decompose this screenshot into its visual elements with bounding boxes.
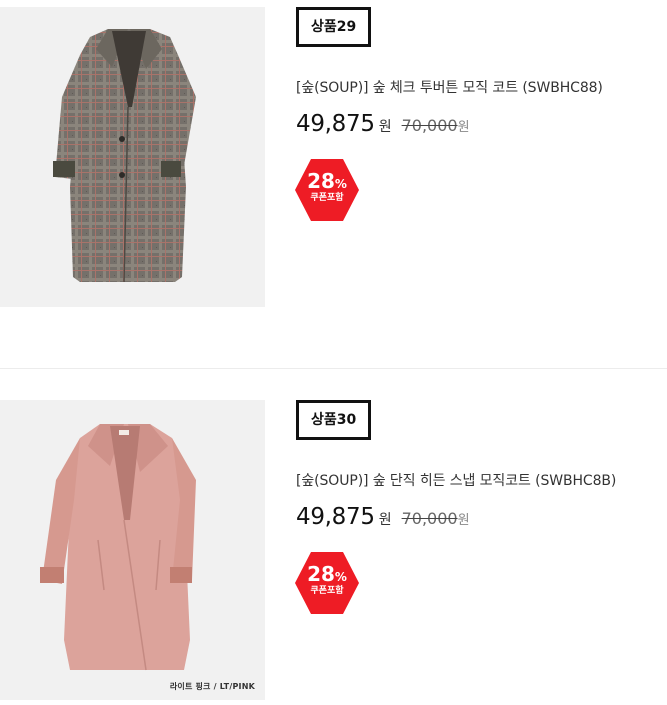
product-info: 상품30 [숲(SOUP)] 숲 단직 히든 스냅 모직코트 (SWBHC8B)… xyxy=(294,400,667,616)
sale-price-currency: 원 xyxy=(378,512,392,528)
product-name-link[interactable]: [숲(SOUP)] 숲 단직 히든 스냅 모직코트 (SWBHC8B) xyxy=(296,470,667,490)
product-card[interactable]: 라이트 핑크 / LT/PINK 상품30 [숲(SOUP)] 숲 단직 히든 … xyxy=(0,369,667,705)
product-image[interactable]: 라이트 핑크 / LT/PINK xyxy=(0,400,265,700)
pink-wool-coat-image xyxy=(0,400,265,700)
discount-unit: % xyxy=(334,177,347,191)
product-number-badge: 상품29 xyxy=(296,7,372,47)
product-number-badge: 상품30 xyxy=(296,400,372,440)
sale-price-currency: 원 xyxy=(378,119,392,135)
product-info: 상품29 [숲(SOUP)] 숲 체크 투버튼 모직 코트 (SWBHC88) … xyxy=(294,7,667,223)
discount-unit: % xyxy=(334,570,347,584)
sale-price: 49,875 xyxy=(296,111,375,137)
original-price: 70,000 xyxy=(401,509,458,528)
discount-label: 쿠폰포함 xyxy=(310,586,344,596)
discount-badge: 28% 쿠폰포함 xyxy=(294,157,360,223)
product-card[interactable]: 상품29 [숲(SOUP)] 숲 체크 투버튼 모직 코트 (SWBHC88) … xyxy=(0,0,667,368)
discount-badge: 28% 쿠폰포함 xyxy=(294,550,360,616)
discount-rate: 28 xyxy=(307,169,335,193)
discount-label: 쿠폰포함 xyxy=(310,193,344,203)
plaid-wool-coat-image xyxy=(0,7,265,307)
product-image[interactable] xyxy=(0,7,265,307)
product-name-link[interactable]: [숲(SOUP)] 숲 체크 투버튼 모직 코트 (SWBHC88) xyxy=(296,77,667,97)
sale-price: 49,875 xyxy=(296,504,375,530)
original-price-currency: 원 xyxy=(457,513,470,528)
price-row: 49,875 원 70,000 원 xyxy=(296,111,667,137)
price-row: 49,875 원 70,000 원 xyxy=(296,504,667,530)
original-price-currency: 원 xyxy=(457,120,470,135)
image-color-caption: 라이트 핑크 / LT/PINK xyxy=(169,682,255,691)
discount-rate: 28 xyxy=(307,562,335,586)
original-price: 70,000 xyxy=(401,116,458,135)
